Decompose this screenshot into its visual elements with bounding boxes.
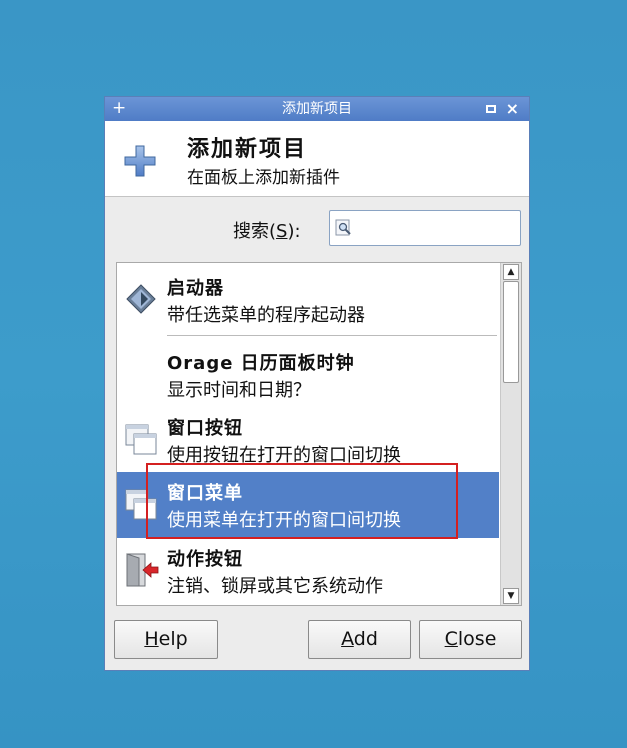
window-menu-icon [125,489,157,520]
item-name: 启动器 [167,278,224,299]
window-title: 添加新项目 [282,101,352,117]
item-name: 窗口菜单 [167,483,243,504]
header-title: 添加新项目 [187,137,308,162]
item-description: 注销、锁屏或其它系统动作 [167,576,383,597]
list-scrollbar[interactable]: ▲ ▼ [500,263,521,605]
list-item-launcher[interactable]: 启动器 带任选菜单的程序起动器 [117,267,499,333]
help-button[interactable]: Help [114,620,218,659]
search-icon [335,219,351,236]
add-button[interactable]: Add [308,620,411,659]
item-description: 显示时间和日期？ [167,380,311,401]
search-input[interactable] [356,215,516,241]
item-name: Orage 日历面板时钟 [167,353,355,374]
title-bar[interactable]: + 添加新项目 × [105,97,529,121]
list-item-orage-clock[interactable]: Orage 日历面板时钟 显示时间和日期？ [117,342,499,408]
window-close-button[interactable]: × [506,98,519,120]
window-buttons-icon [125,424,157,455]
add-new-items-dialog: + 添加新项目 × 添加新项目 在面板上添加新插件 搜索(S): 启动器 带任选… [104,96,530,671]
plugin-list[interactable]: 启动器 带任选菜单的程序起动器 Orage 日历面板时钟 显示时间和日期？ 窗口… [116,262,522,606]
launcher-icon [126,284,156,314]
item-name: 窗口按钮 [167,418,243,439]
dialog-header: 添加新项目 在面板上添加新插件 [105,121,529,197]
action-buttons-icon [126,553,159,587]
item-name: 动作按钮 [167,549,243,570]
scrollbar-thumb[interactable] [503,281,519,383]
header-subtitle: 在面板上添加新插件 [187,168,340,188]
maximize-button[interactable] [486,105,496,113]
close-button[interactable]: Close [419,620,522,659]
item-divider [167,335,497,336]
scroll-up-arrow-icon[interactable]: ▲ [503,264,519,280]
item-description: 使用按钮在打开的窗口间切换 [167,445,401,466]
add-plus-icon [124,145,156,177]
search-field[interactable] [329,210,521,246]
scroll-down-arrow-icon[interactable]: ▼ [503,588,519,604]
list-item-window-menu[interactable]: 窗口菜单 使用菜单在打开的窗口间切换 [117,472,499,538]
list-item-action-buttons[interactable]: 动作按钮 注销、锁屏或其它系统动作 [117,538,499,604]
list-item-window-buttons[interactable]: 窗口按钮 使用按钮在打开的窗口间切换 [117,407,499,473]
item-description: 带任选菜单的程序起动器 [167,305,365,326]
search-label: 搜索(S): [233,221,301,242]
item-description: 使用菜单在打开的窗口间切换 [167,510,401,531]
